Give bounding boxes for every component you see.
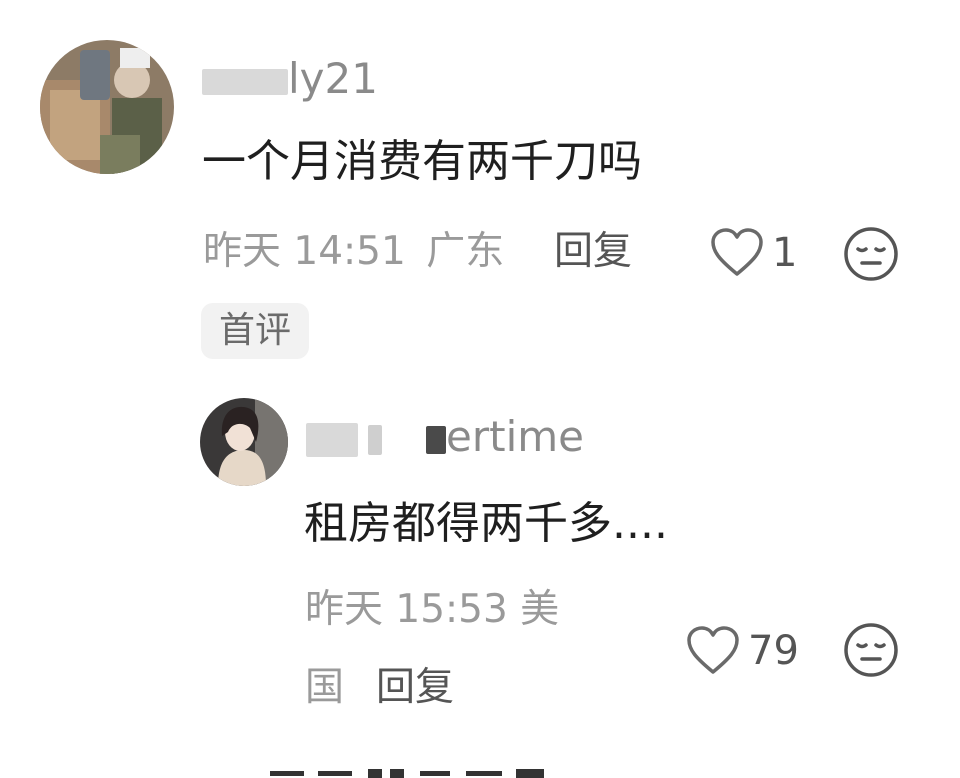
blurred-username-part xyxy=(202,68,288,95)
reply-timestamp: 昨天 15:53 美 xyxy=(305,587,560,632)
reaction-button[interactable] xyxy=(843,622,899,682)
username[interactable]: ly21 xyxy=(202,58,378,100)
avatar[interactable] xyxy=(40,40,174,174)
reaction-button[interactable] xyxy=(843,226,899,286)
blurred-username-part xyxy=(306,422,358,457)
neutral-face-icon xyxy=(844,623,898,677)
blurred-username-part xyxy=(426,425,446,454)
comment-timestamp: 昨天 14:51 广东 xyxy=(203,232,504,271)
blurred-username-part xyxy=(368,424,382,455)
next-comment-cutoff xyxy=(270,766,590,778)
like-count: 1 xyxy=(772,230,798,276)
first-comment-badge: 首评 xyxy=(201,303,310,359)
user-photo xyxy=(200,398,288,486)
like-count: 79 xyxy=(748,628,799,674)
like-button[interactable]: 79 xyxy=(686,626,799,676)
username-text: ly21 xyxy=(288,54,378,103)
comment-text: 一个月消费有两千刀吗 xyxy=(202,136,642,187)
heart-outline-icon xyxy=(687,626,739,674)
reply-button[interactable]: 回复 xyxy=(376,668,454,707)
reply-avatar[interactable] xyxy=(200,398,288,486)
like-button[interactable]: 1 xyxy=(710,228,797,278)
reply-username[interactable]: ertime xyxy=(306,416,584,458)
username-text: ertime xyxy=(446,412,584,461)
cutoff-text-fragment xyxy=(270,769,544,778)
reply-button[interactable]: 回复 xyxy=(554,232,632,271)
reply-location: 国 xyxy=(305,665,345,710)
comment-time: 昨天 14:51 xyxy=(203,229,406,274)
comment-location: 广东 xyxy=(426,229,505,274)
heart-outline-icon xyxy=(711,228,763,276)
reply-text: 租房都得两千多.... xyxy=(304,498,668,549)
user-photo xyxy=(40,40,174,174)
neutral-face-icon xyxy=(844,227,898,281)
